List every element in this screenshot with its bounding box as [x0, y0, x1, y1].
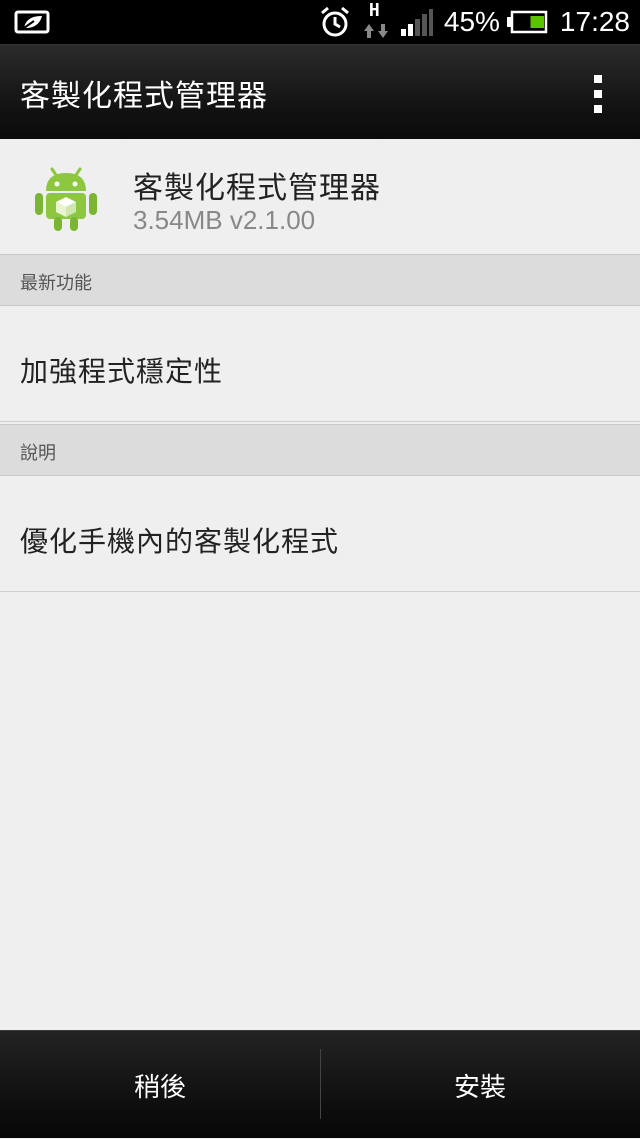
whats-new-header: 最新功能 — [0, 254, 640, 306]
app-info-header: 客製化程式管理器 3.54MB v2.1.00 — [0, 139, 640, 254]
description-header-label: 說明 — [20, 443, 56, 464]
description-header: 說明 — [0, 424, 640, 476]
battery-percentage: 45% — [443, 6, 500, 37]
page-title: 客製化程式管理器 — [20, 79, 268, 114]
description-body: 優化手機內的客製化程式 — [0, 476, 640, 592]
overflow-menu-icon[interactable] — [592, 75, 604, 113]
whats-new-header-label: 最新功能 — [20, 273, 92, 294]
install-button-label: 安裝 — [453, 1073, 506, 1103]
sense-leaf-icon — [14, 10, 50, 34]
whats-new-body: 加強程式穩定性 — [0, 306, 640, 422]
network-type-label: H — [368, 0, 380, 21]
action-bar: 客製化程式管理器 — [0, 44, 640, 140]
alarm-clock-icon — [320, 6, 349, 37]
description-text: 優化手機內的客製化程式 — [20, 525, 340, 558]
later-button-label: 稍後 — [133, 1073, 186, 1103]
network-data-icon: H — [362, 0, 390, 42]
signal-strength-icon — [400, 9, 433, 36]
status-icons: H 45% 17:28 — [318, 0, 630, 44]
battery-icon — [506, 10, 548, 34]
bottom-button-bar: 稍後 安裝 — [0, 1030, 640, 1138]
clock: 17:28 — [559, 6, 630, 37]
later-button[interactable]: 稍後 — [0, 1031, 320, 1139]
status-bar: H 45% 17:28 — [0, 0, 640, 44]
android-robot-icon — [35, 167, 97, 231]
whats-new-text: 加強程式穩定性 — [20, 355, 224, 388]
app-size-version: 3.54MB v2.1.00 — [133, 205, 316, 235]
app-name: 客製化程式管理器 — [133, 171, 381, 206]
install-button[interactable]: 安裝 — [320, 1031, 640, 1139]
